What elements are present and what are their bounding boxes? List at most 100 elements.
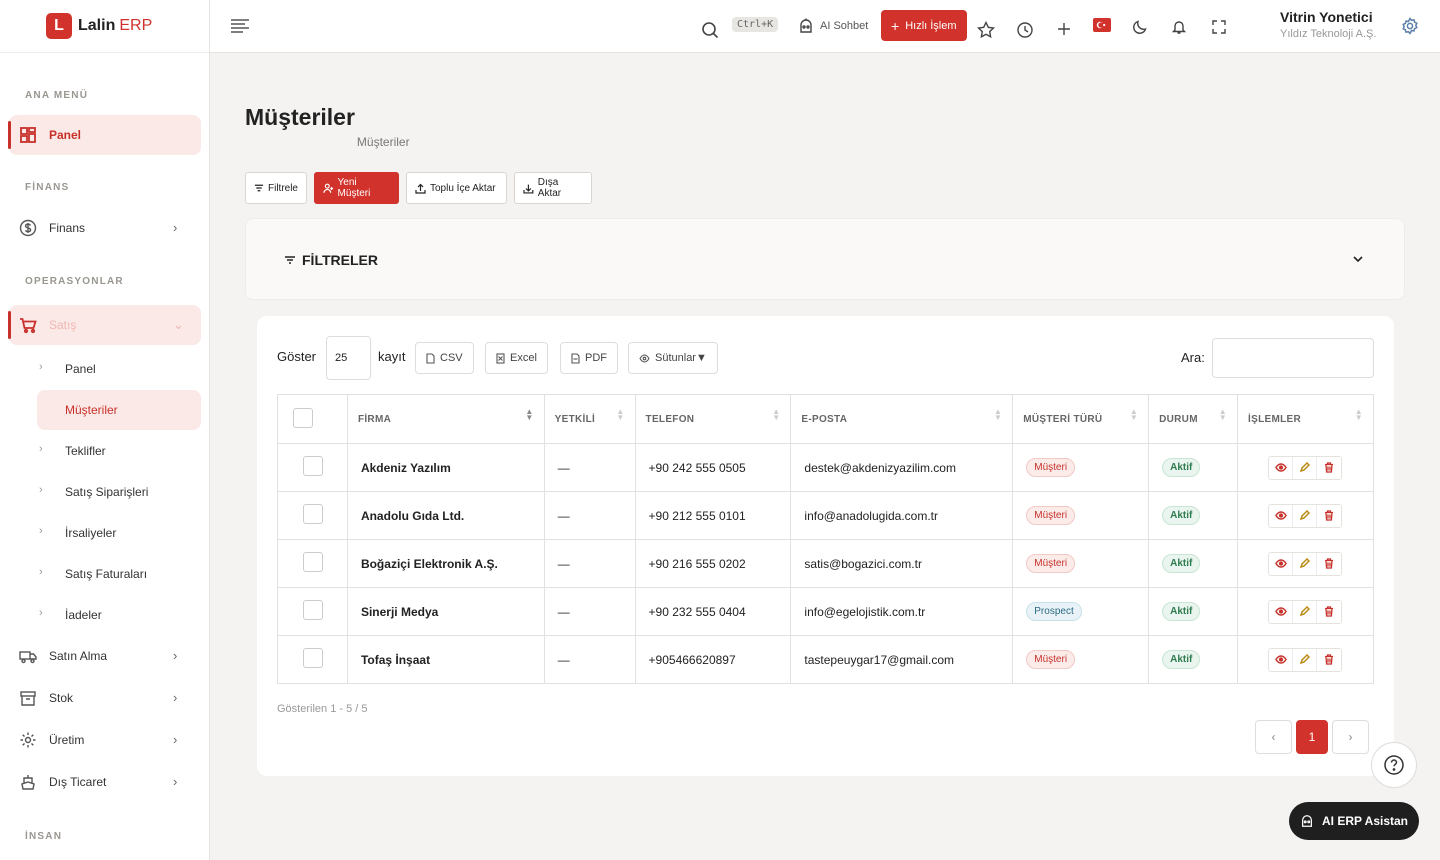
- row-checkbox[interactable]: [303, 600, 323, 620]
- column-header-eposta[interactable]: E-POSTA ▲ ▼: [790, 394, 1014, 444]
- cell-firm[interactable]: Tofaş İnşaat: [346, 635, 545, 684]
- history-icon[interactable]: [1016, 21, 1034, 39]
- ai-chat-button[interactable]: AI Sohbet: [798, 18, 868, 34]
- settings-icon[interactable]: [1401, 17, 1419, 35]
- delete-button[interactable]: [1317, 552, 1342, 575]
- cell-firm[interactable]: Boğaziçi Elektronik A.Ş.: [346, 539, 545, 588]
- select-all-checkbox[interactable]: [293, 407, 313, 428]
- export-label: Dışa Aktar: [537, 177, 562, 199]
- sidebar-item-panel[interactable]: Panel: [8, 115, 201, 155]
- moon-icon[interactable]: [1132, 19, 1148, 35]
- sidebar-subitem-musteriler[interactable]: Müşteriler: [37, 390, 201, 430]
- column-header-musteri-turu[interactable]: MÜŞTERİ TÜRÜ ▲ ▼: [1012, 394, 1150, 444]
- column-header-firma[interactable]: FİRMA ▲ ▼: [346, 394, 545, 444]
- cell-firm[interactable]: Akdeniz Yazılım: [346, 443, 545, 492]
- turkey-flag-icon[interactable]: [1093, 18, 1111, 32]
- bulk-import-button[interactable]: Toplu İçe Aktar: [406, 172, 507, 204]
- edit-button[interactable]: [1293, 552, 1318, 575]
- breadcrumb-item[interactable]: Panel: [245, 135, 276, 149]
- csv-button[interactable]: CSV: [415, 342, 474, 374]
- column-header-yetkili[interactable]: YETKİLİ ▲ ▼: [543, 394, 636, 444]
- sidebar-item-dis-ticaret[interactable]: Dış Ticaret ›: [9, 762, 201, 802]
- ai-assistant-button[interactable]: AI ERP Asistan: [1289, 802, 1419, 840]
- cell-firm[interactable]: Sinerji Medya: [346, 587, 545, 636]
- plus-icon[interactable]: [1056, 21, 1072, 37]
- breadcrumb-item[interactable]: Satış: [303, 135, 330, 149]
- pdf-label: PDF: [585, 352, 607, 364]
- delete-button[interactable]: [1317, 648, 1342, 671]
- page-size-select[interactable]: 25: [326, 336, 371, 380]
- cell-contact: —: [543, 635, 636, 684]
- edit-button[interactable]: [1293, 504, 1318, 527]
- menu-toggle-icon[interactable]: [230, 18, 250, 34]
- pdf-button[interactable]: PDF: [560, 342, 618, 374]
- table-search-input[interactable]: [1212, 338, 1374, 378]
- row-checkbox[interactable]: [303, 456, 323, 476]
- sort-icon: ▲ ▼: [1354, 407, 1363, 422]
- sidebar-item-stok[interactable]: Stok ›: [9, 678, 201, 718]
- view-button[interactable]: [1269, 600, 1294, 623]
- column-header-durum[interactable]: DURUM ▲ ▼: [1148, 394, 1239, 444]
- pagination-prev[interactable]: ‹: [1255, 720, 1292, 754]
- sidebar-subitem-iadeler[interactable]: › İadeler: [37, 595, 201, 635]
- excel-button[interactable]: Excel: [485, 342, 548, 374]
- sidebar-subitem-siparisler[interactable]: › Satış Siparişleri: [37, 472, 201, 512]
- table-row[interactable]: Akdeniz Yazılım — +90 242 555 0505 deste…: [277, 443, 1374, 492]
- star-icon[interactable]: [977, 21, 995, 39]
- sidebar-item-satis[interactable]: Satış ⌄: [8, 305, 201, 345]
- help-button[interactable]: [1371, 742, 1417, 788]
- table-row[interactable]: Boğaziçi Elektronik A.Ş. — +90 216 555 0…: [277, 539, 1374, 588]
- row-select-cell: [277, 443, 348, 492]
- user-menu[interactable]: Vitrin Yonetici Yıldız Teknoloji A.Ş.: [1280, 9, 1376, 40]
- table-row[interactable]: Sinerji Medya — +90 232 555 0404 info@eg…: [277, 587, 1374, 636]
- gear-icon: [20, 732, 36, 748]
- chevron-down-icon[interactable]: [1352, 255, 1364, 263]
- cell-firm[interactable]: Anadolu Gıda Ltd.: [346, 491, 545, 540]
- view-button[interactable]: [1269, 648, 1294, 671]
- edit-button[interactable]: [1293, 456, 1318, 479]
- cell-status: Aktif: [1148, 587, 1239, 636]
- cell-type: Müşteri: [1012, 443, 1150, 492]
- view-button[interactable]: [1269, 504, 1294, 527]
- sidebar-item-finans[interactable]: Finans ›: [9, 208, 201, 248]
- sidebar-subitem-irsaliyeler[interactable]: › İrsaliyeler: [37, 513, 201, 553]
- view-button[interactable]: [1269, 552, 1294, 575]
- eye-icon: [1274, 511, 1287, 520]
- eye-icon: [1274, 559, 1287, 568]
- filter-button[interactable]: Filtrele: [245, 172, 307, 204]
- columns-button[interactable]: Sütunlar▼: [628, 342, 718, 374]
- table-row[interactable]: Anadolu Gıda Ltd. — +90 212 555 0101 inf…: [277, 491, 1374, 540]
- row-checkbox[interactable]: [303, 504, 323, 524]
- search-icon[interactable]: [701, 21, 719, 39]
- cell-status: Aktif: [1148, 635, 1239, 684]
- edit-button[interactable]: [1293, 648, 1318, 671]
- row-checkbox[interactable]: [303, 552, 323, 572]
- filters-panel[interactable]: FİLTRELER: [245, 218, 1405, 300]
- row-actions: [1268, 599, 1343, 624]
- bell-icon[interactable]: [1171, 19, 1187, 35]
- filter-icon: [285, 256, 295, 264]
- delete-button[interactable]: [1317, 456, 1342, 479]
- sidebar-subitem-panel[interactable]: › Panel: [37, 349, 201, 389]
- delete-button[interactable]: [1317, 504, 1342, 527]
- delete-button[interactable]: [1317, 600, 1342, 623]
- new-customer-button[interactable]: Yeni Müşteri: [314, 172, 399, 204]
- export-button[interactable]: Dışa Aktar: [514, 172, 592, 204]
- filters-title: FİLTRELER: [302, 252, 378, 268]
- row-checkbox[interactable]: [303, 648, 323, 668]
- pagination-next[interactable]: ›: [1332, 720, 1369, 754]
- sidebar-subitem-faturalar[interactable]: › Satış Faturaları: [37, 554, 201, 594]
- sidebar-item-satin-alma[interactable]: Satın Alma ›: [9, 636, 201, 676]
- edit-button[interactable]: [1293, 600, 1318, 623]
- sidebar-item-uretim[interactable]: Üretim ›: [9, 720, 201, 760]
- sidebar-subitem-teklifler[interactable]: › Teklifler: [37, 431, 201, 471]
- pagination-page[interactable]: 1: [1296, 720, 1328, 754]
- quick-action-button[interactable]: + Hızlı İşlem: [881, 10, 967, 41]
- brand[interactable]: L Lalin ERP: [0, 0, 209, 53]
- view-button[interactable]: [1269, 456, 1294, 479]
- table-row[interactable]: Tofaş İnşaat — +905466620897 tastepeuyga…: [277, 635, 1374, 684]
- fullscreen-icon[interactable]: [1211, 19, 1227, 35]
- chevron-right-icon: ›: [1348, 730, 1353, 744]
- column-header-telefon[interactable]: TELEFON ▲ ▼: [634, 394, 792, 444]
- column-header-islemler[interactable]: İŞLEMLER ▲ ▼: [1237, 394, 1374, 444]
